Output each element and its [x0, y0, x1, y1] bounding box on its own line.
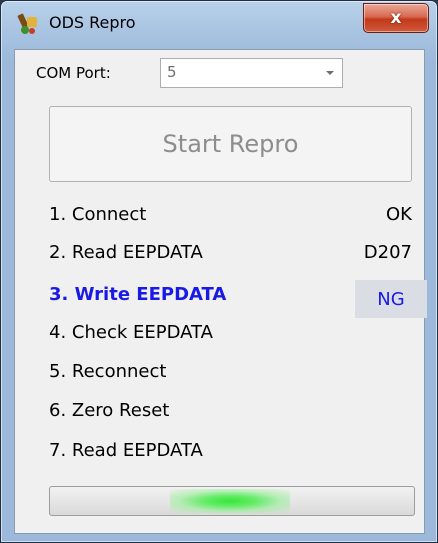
step-3-result: NG	[377, 288, 405, 310]
step-1-label: 1. Connect	[49, 204, 147, 225]
step-5-label: 5. Reconnect	[49, 361, 167, 382]
step-2-result: D207	[363, 242, 412, 263]
com-port-value: 5	[167, 63, 177, 81]
app-window: ODS Repro x COM Port: 5 Start Repro 1. C…	[0, 0, 438, 543]
title-bar[interactable]: ODS Repro x	[1, 1, 437, 49]
step-4-label: 4. Check EEPDATA	[49, 322, 213, 343]
step-3-label: 3. Write EEPDATA	[49, 284, 227, 305]
com-port-label: COM Port:	[36, 64, 111, 82]
step-6-label: 6. Zero Reset	[49, 400, 170, 421]
client-area: COM Port: 5 Start Repro 1. Connect OK 2.…	[14, 49, 427, 534]
progress-marquee-glow	[170, 489, 290, 513]
start-repro-button[interactable]: Start Repro	[49, 106, 412, 182]
step-3-status-badge: NG	[355, 280, 427, 318]
chevron-down-icon	[326, 71, 334, 75]
com-port-dropdown[interactable]: 5	[160, 58, 343, 88]
progress-bar	[49, 486, 415, 516]
close-button[interactable]: x	[363, 3, 429, 33]
start-repro-label: Start Repro	[162, 130, 299, 158]
window-title: ODS Repro	[49, 13, 136, 32]
step-7-label: 7. Read EEPDATA	[49, 440, 203, 461]
close-icon: x	[390, 8, 402, 28]
step-1-result: OK	[386, 204, 412, 225]
step-2-label: 2. Read EEPDATA	[49, 242, 203, 263]
app-logo-icon	[17, 13, 37, 34]
